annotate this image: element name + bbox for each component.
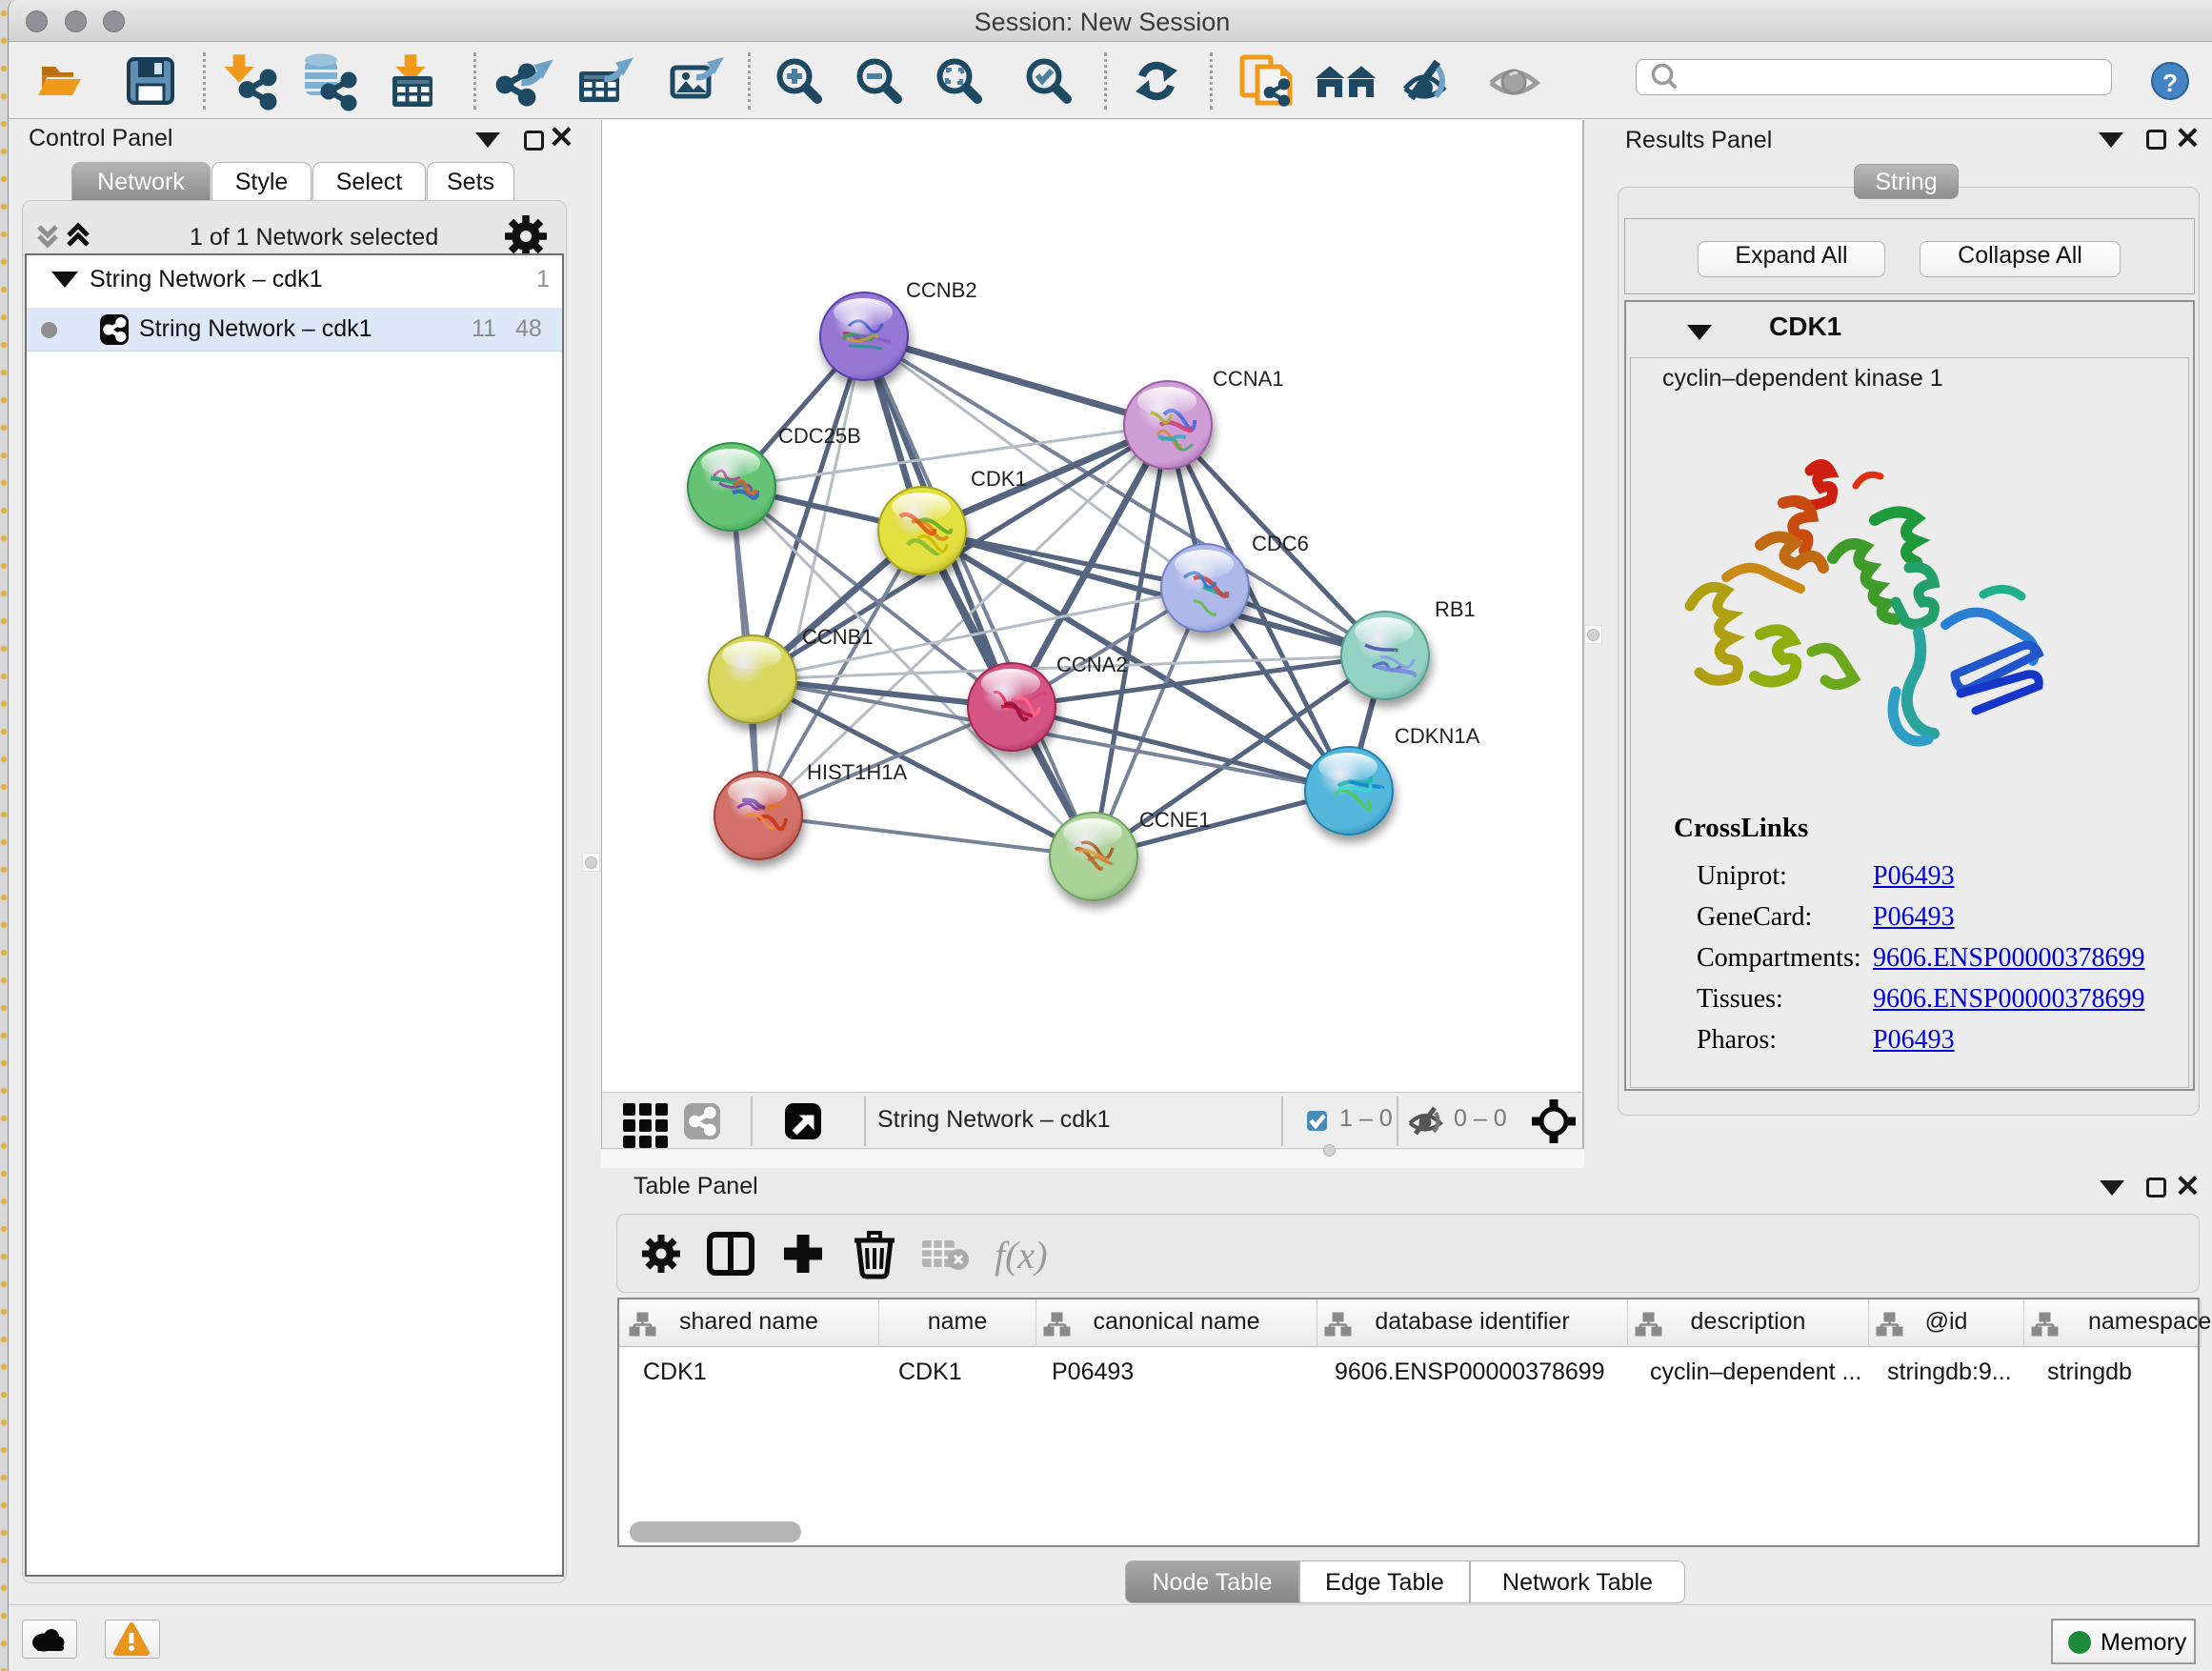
svg-text:f(x): f(x) [995, 1234, 1048, 1277]
svg-text:CCNB2: CCNB2 [906, 278, 977, 302]
svg-text:CDK1: CDK1 [971, 467, 1027, 491]
svg-text:HIST1H1A: HIST1H1A [807, 760, 907, 784]
svg-text:CCNB1: CCNB1 [802, 625, 874, 649]
svg-text:CCNA2: CCNA2 [1056, 653, 1128, 676]
svg-text:CCNA1: CCNA1 [1213, 367, 1284, 391]
svg-text:CCNE1: CCNE1 [1139, 808, 1211, 832]
svg-text:CDC6: CDC6 [1252, 532, 1309, 555]
svg-text:CDKN1A: CDKN1A [1395, 724, 1480, 748]
svg-text:?: ? [2162, 69, 2178, 97]
svg-text:CDC25B: CDC25B [778, 424, 861, 448]
svg-text:RB1: RB1 [1435, 597, 1476, 621]
